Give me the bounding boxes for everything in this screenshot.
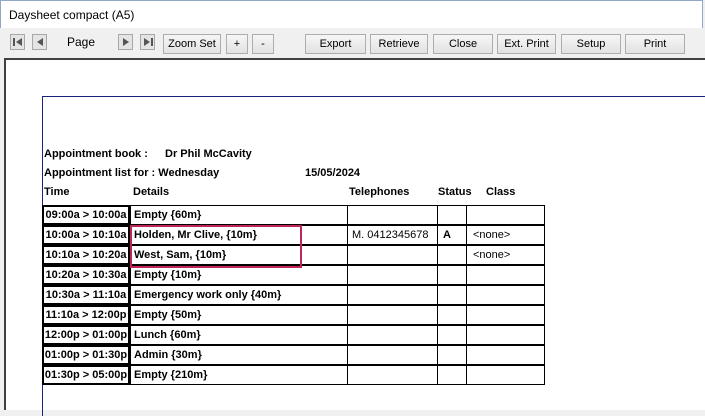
zoom-in-button[interactable]: + (226, 34, 248, 54)
status-cell (437, 285, 467, 305)
zoom-out-button[interactable]: - (252, 34, 274, 54)
next-page-icon (123, 38, 129, 46)
telephone-cell (347, 365, 438, 385)
page-label: Page (67, 35, 96, 49)
class-cell (466, 265, 545, 285)
telephone-cell (347, 285, 438, 305)
details-cell: Admin {30m} (130, 345, 348, 365)
class-cell (466, 285, 545, 305)
time-cell: 09:00a > 10:00a (42, 205, 130, 225)
header-time: Time (44, 186, 70, 198)
title-bar: Daysheet compact (A5) (0, 0, 703, 28)
class-cell (466, 305, 545, 325)
retrieve-button[interactable]: Retrieve (370, 34, 428, 54)
next-page-button[interactable] (118, 34, 133, 50)
details-cell: Empty {50m} (130, 305, 348, 325)
time-cell: 11:10a > 12:00p (42, 305, 130, 325)
last-page-button[interactable] (140, 34, 155, 50)
details-cell: Empty {210m} (130, 365, 348, 385)
time-cell: 01:30p > 05:00p (42, 365, 130, 385)
status-cell: A (437, 225, 467, 245)
telephone-cell: M. 0412345678 (347, 225, 438, 245)
telephone-cell (347, 265, 438, 285)
first-page-button[interactable] (10, 34, 25, 50)
header-status: Status (438, 186, 472, 198)
first-page-icon (13, 38, 22, 46)
zoom-set-button[interactable]: Zoom Set (163, 34, 221, 54)
class-cell (466, 365, 545, 385)
class-cell (466, 205, 545, 225)
setup-button[interactable]: Setup (561, 34, 621, 54)
telephone-cell (347, 325, 438, 345)
time-cell: 12:00p > 01:00p (42, 325, 130, 345)
status-cell (437, 345, 467, 365)
toolbar: Page Zoom Set + - Export Retrieve Close … (0, 28, 705, 58)
status-cell (437, 205, 467, 225)
appointment-book-label: Appointment book : (44, 148, 148, 160)
previous-page-icon (37, 38, 43, 46)
time-cell: 10:10a > 10:20a (42, 245, 130, 265)
telephone-cell (347, 345, 438, 365)
appointment-book-value: Dr Phil McCavity (165, 148, 252, 160)
header-details: Details (133, 186, 170, 198)
ext-print-button[interactable]: Ext. Print (497, 34, 556, 54)
class-cell (466, 325, 545, 345)
details-cell: Lunch {60m} (130, 325, 348, 345)
status-cell (437, 305, 467, 325)
close-button[interactable]: Close (433, 34, 493, 54)
highlight-box (130, 225, 302, 268)
details-cell: Empty {10m} (130, 265, 348, 285)
status-cell (437, 325, 467, 345)
time-cell: 10:20a > 10:30a (42, 265, 130, 285)
class-cell (466, 345, 545, 365)
appointment-list-label: Appointment list for : Wednesday (44, 167, 220, 179)
header-class: Class (486, 186, 516, 198)
print-button[interactable]: Print (625, 34, 685, 54)
previous-page-button[interactable] (32, 34, 47, 50)
status-cell (437, 365, 467, 385)
telephone-cell (347, 205, 438, 225)
details-cell: Emergency work only {40m} (130, 285, 348, 305)
export-button[interactable]: Export (305, 34, 366, 54)
last-page-icon (144, 38, 153, 46)
class-cell: <none> (466, 245, 545, 265)
status-cell (437, 265, 467, 285)
header-telephones: Telephones (349, 186, 410, 198)
class-cell: <none> (466, 225, 545, 245)
report-date: 15/05/2024 (305, 167, 361, 179)
telephone-cell (347, 305, 438, 325)
status-cell (437, 245, 467, 265)
time-cell: 10:30a > 11:10a (42, 285, 130, 305)
telephone-cell (347, 245, 438, 265)
time-cell: 10:00a > 10:10a (42, 225, 130, 245)
window-title: Daysheet compact (A5) (9, 8, 135, 22)
time-cell: 01:00p > 01:30p (42, 345, 130, 365)
details-cell: Empty {60m} (130, 205, 348, 225)
